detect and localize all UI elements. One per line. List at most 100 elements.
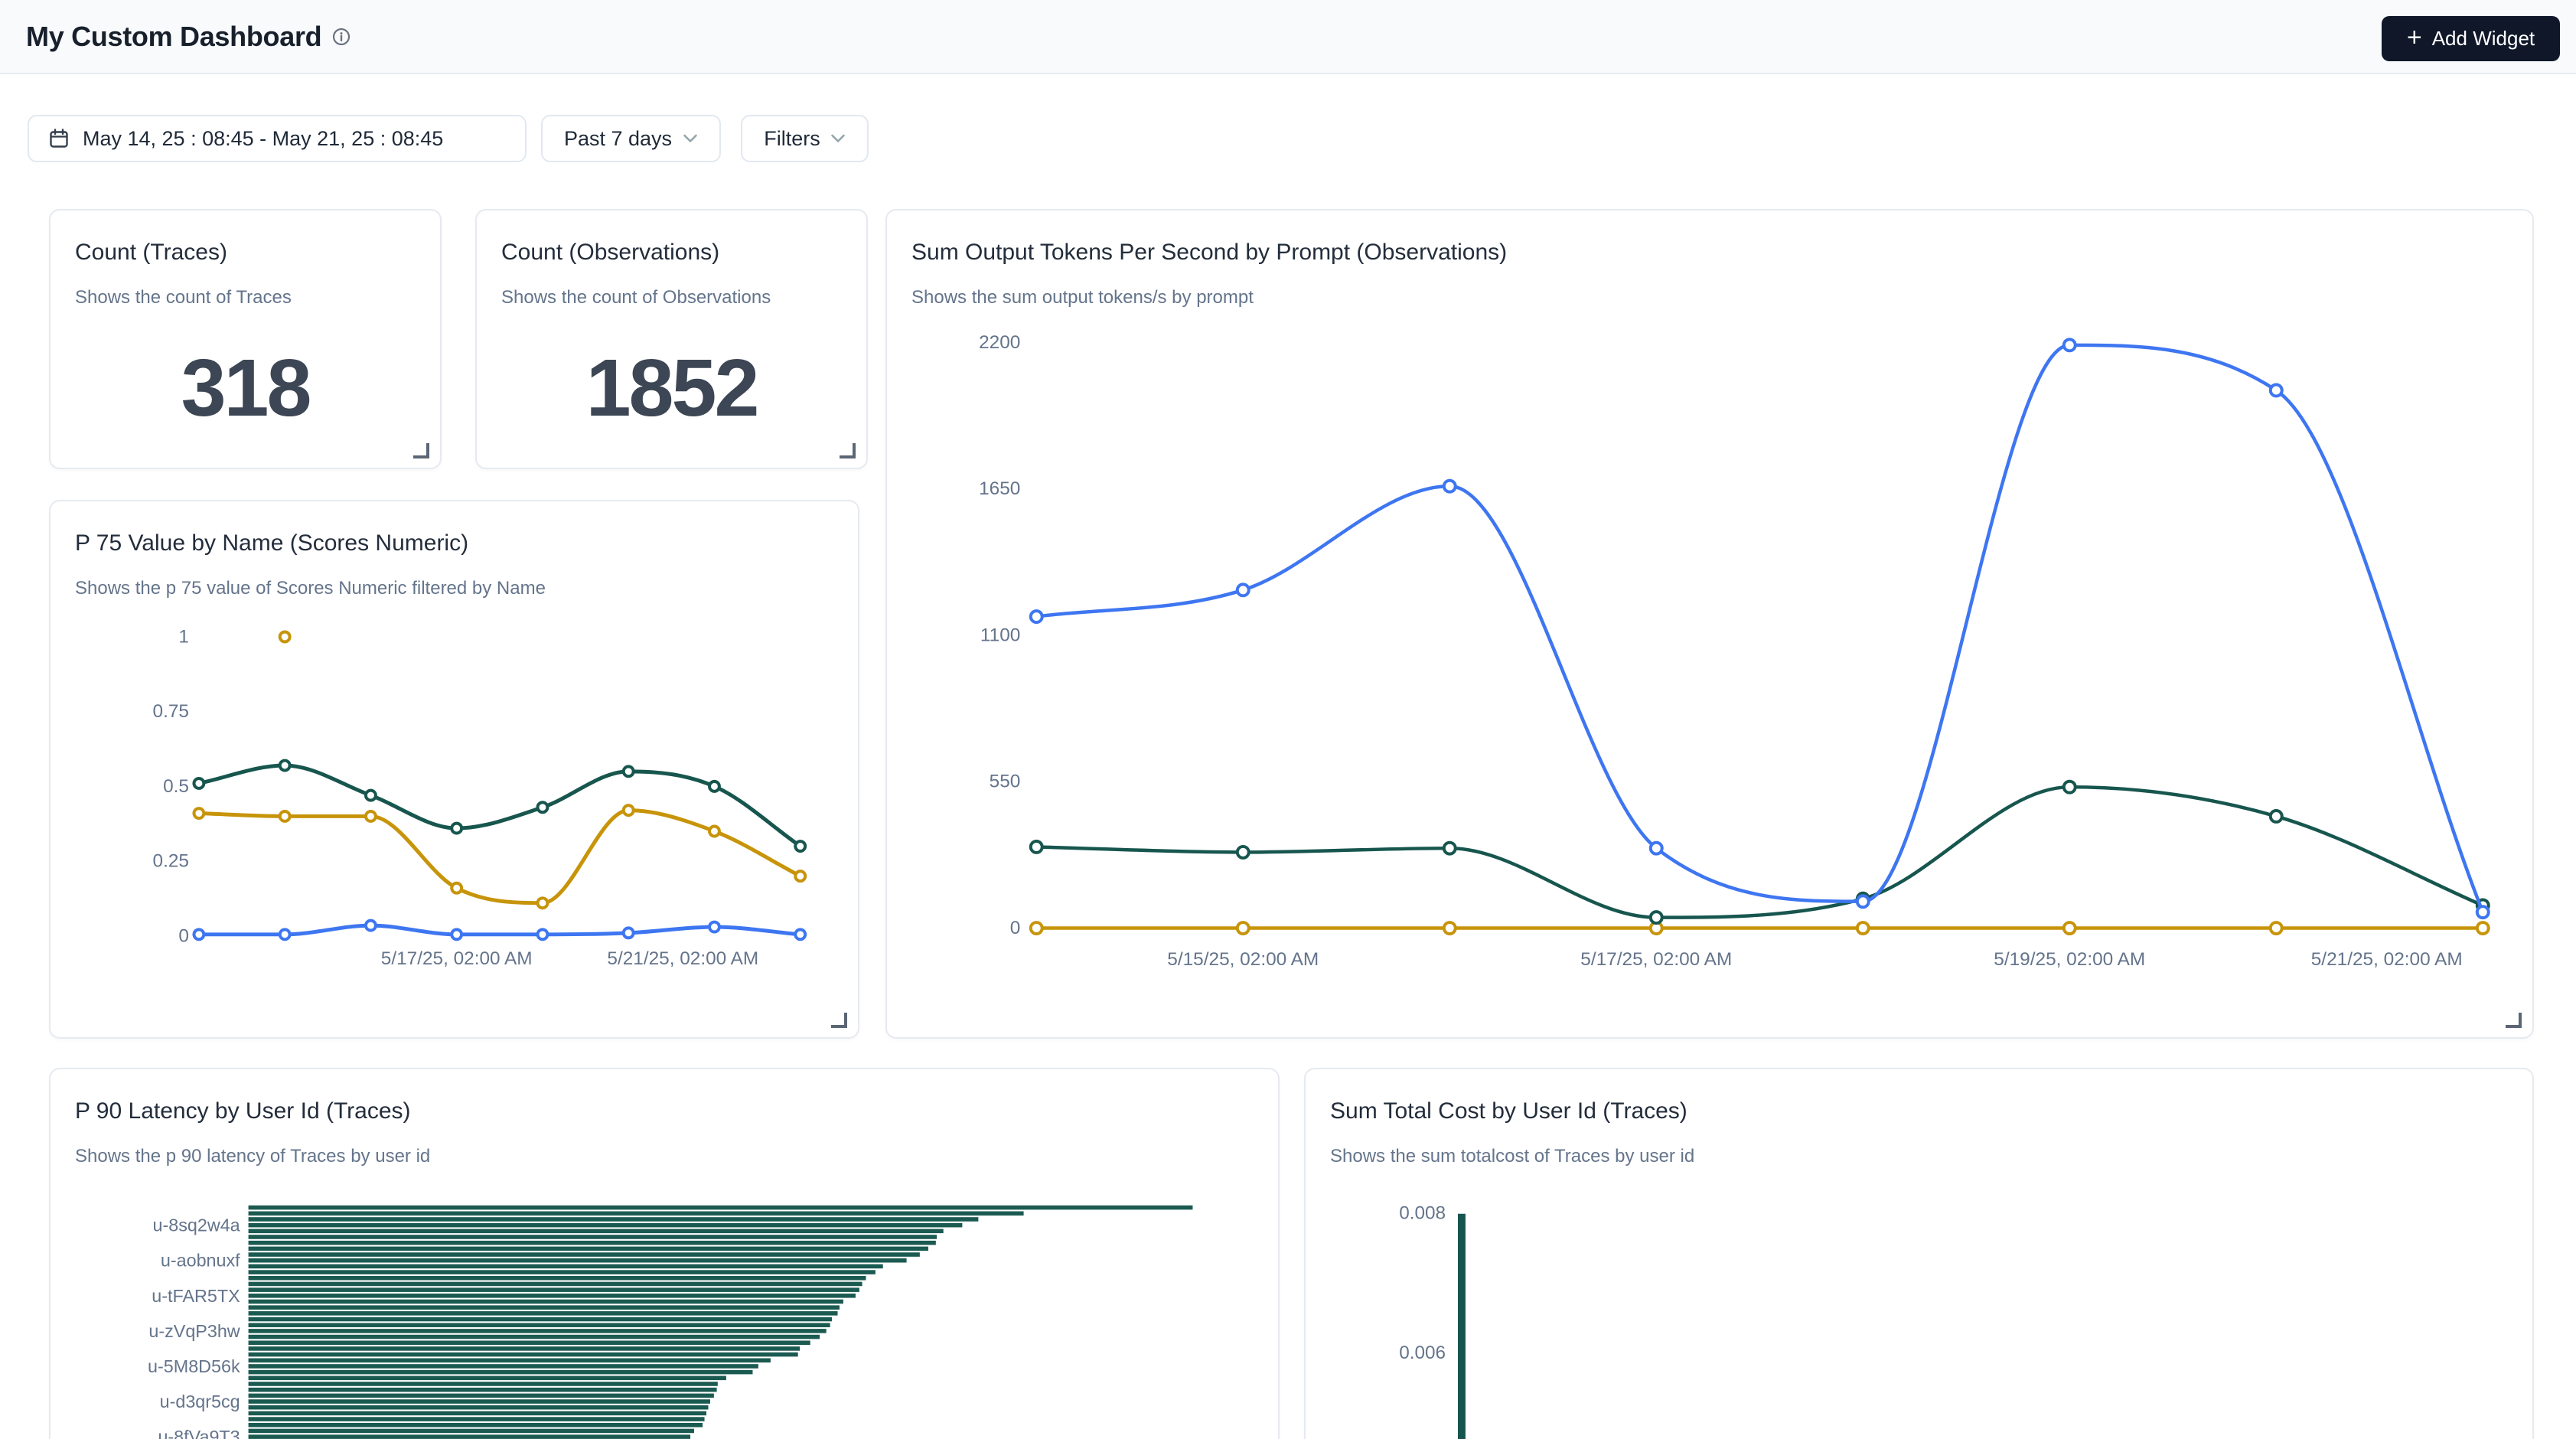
bar[interactable] xyxy=(249,1287,859,1292)
bar[interactable] xyxy=(249,1270,876,1274)
bar[interactable] xyxy=(249,1346,801,1351)
bar[interactable] xyxy=(249,1206,1193,1210)
data-point-marker[interactable] xyxy=(2477,922,2489,934)
bar[interactable] xyxy=(249,1417,705,1421)
data-point-marker[interactable] xyxy=(1857,896,1869,907)
bar[interactable] xyxy=(249,1276,866,1281)
bar-chart-p90[interactable]: u-8sq2w4au-aobnuxfu-tFAR5TXu-zVqP3hwu-5M… xyxy=(51,1069,1278,1439)
data-point-marker[interactable] xyxy=(1031,611,1042,622)
line-chart-p75[interactable]: 00.250.50.7515/17/25, 02:00 AM5/21/25, 0… xyxy=(51,501,858,1037)
data-point-marker[interactable] xyxy=(709,781,719,791)
bar[interactable] xyxy=(249,1229,944,1234)
bar[interactable] xyxy=(249,1405,709,1410)
data-point-marker[interactable] xyxy=(2271,811,2282,822)
data-point-marker[interactable] xyxy=(624,928,634,938)
bar[interactable] xyxy=(1458,1214,1466,1439)
data-point-marker[interactable] xyxy=(280,929,290,939)
data-point-marker[interactable] xyxy=(795,841,805,851)
bar[interactable] xyxy=(249,1311,838,1316)
data-point-marker[interactable] xyxy=(194,929,204,939)
data-point-marker[interactable] xyxy=(537,898,547,908)
bar[interactable] xyxy=(249,1335,820,1339)
data-point-marker[interactable] xyxy=(1444,481,1456,492)
bar[interactable] xyxy=(249,1429,694,1434)
bar[interactable] xyxy=(249,1376,726,1381)
bar[interactable] xyxy=(249,1282,862,1287)
data-point-marker[interactable] xyxy=(194,778,204,788)
data-point-marker[interactable] xyxy=(624,805,634,815)
line-chart-tokens[interactable]: 05501100165022005/15/25, 02:00 AM5/17/25… xyxy=(887,210,2532,1037)
data-point-marker[interactable] xyxy=(194,808,204,818)
resize-handle[interactable] xyxy=(2506,1013,2522,1028)
data-point-marker[interactable] xyxy=(1651,912,1662,923)
data-point-marker[interactable] xyxy=(2064,922,2075,934)
data-point-marker[interactable] xyxy=(280,632,290,642)
data-point-marker[interactable] xyxy=(2064,339,2075,351)
data-point-marker[interactable] xyxy=(795,871,805,881)
bar[interactable] xyxy=(249,1388,717,1392)
data-point-marker[interactable] xyxy=(709,827,719,837)
data-point-marker[interactable] xyxy=(795,929,805,939)
bar[interactable] xyxy=(249,1399,710,1404)
data-point-marker[interactable] xyxy=(452,883,461,893)
bar[interactable] xyxy=(249,1370,753,1375)
data-point-marker[interactable] xyxy=(709,922,719,932)
data-point-marker[interactable] xyxy=(1444,843,1456,854)
bar[interactable] xyxy=(249,1329,827,1333)
bar[interactable] xyxy=(249,1394,714,1398)
resize-handle[interactable] xyxy=(840,443,856,458)
time-range-preset-button[interactable]: Past 7 days xyxy=(541,115,721,162)
bar[interactable] xyxy=(249,1212,1024,1216)
bar[interactable] xyxy=(249,1223,963,1228)
bar[interactable] xyxy=(249,1364,758,1369)
bar[interactable] xyxy=(249,1305,840,1310)
bar[interactable] xyxy=(249,1434,690,1439)
resize-handle[interactable] xyxy=(413,443,429,458)
data-point-marker[interactable] xyxy=(366,791,376,801)
bar[interactable] xyxy=(249,1241,936,1245)
data-point-marker[interactable] xyxy=(537,802,547,812)
bar[interactable] xyxy=(249,1317,833,1322)
data-point-marker[interactable] xyxy=(624,766,634,776)
bar[interactable] xyxy=(249,1217,979,1222)
data-point-marker[interactable] xyxy=(280,811,290,821)
data-point-marker[interactable] xyxy=(1237,847,1249,858)
data-point-marker[interactable] xyxy=(366,921,376,931)
bar[interactable] xyxy=(249,1235,937,1239)
data-point-marker[interactable] xyxy=(1031,922,1042,934)
bar[interactable] xyxy=(249,1264,883,1269)
bar[interactable] xyxy=(249,1323,830,1327)
data-point-marker[interactable] xyxy=(2064,781,2075,793)
data-point-marker[interactable] xyxy=(2271,384,2282,396)
data-point-marker[interactable] xyxy=(1237,922,1249,934)
bar[interactable] xyxy=(249,1300,843,1304)
data-point-marker[interactable] xyxy=(1031,841,1042,853)
resize-handle[interactable] xyxy=(831,1013,847,1028)
bar[interactable] xyxy=(249,1382,718,1386)
bar[interactable] xyxy=(249,1340,810,1345)
data-point-marker[interactable] xyxy=(537,929,547,939)
data-point-marker[interactable] xyxy=(1237,584,1249,596)
bar[interactable] xyxy=(249,1411,706,1416)
bar[interactable] xyxy=(249,1252,920,1257)
bar[interactable] xyxy=(249,1294,856,1298)
filters-button[interactable]: Filters xyxy=(741,115,869,162)
data-point-marker[interactable] xyxy=(452,824,461,834)
data-point-marker[interactable] xyxy=(366,811,376,821)
data-point-marker[interactable] xyxy=(1857,922,1869,934)
data-point-marker[interactable] xyxy=(452,929,461,939)
bar[interactable] xyxy=(249,1353,798,1357)
bar[interactable] xyxy=(249,1358,771,1362)
bar[interactable] xyxy=(249,1258,907,1263)
info-icon[interactable] xyxy=(332,28,351,46)
add-widget-button[interactable]: + Add Widget xyxy=(2382,16,2560,61)
data-point-marker[interactable] xyxy=(2271,922,2282,934)
data-point-marker[interactable] xyxy=(280,761,290,771)
data-point-marker[interactable] xyxy=(2477,906,2489,918)
data-point-marker[interactable] xyxy=(1651,843,1662,854)
data-point-marker[interactable] xyxy=(1444,922,1456,934)
date-range-button[interactable]: May 14, 25 : 08:45 - May 21, 25 : 08:45 xyxy=(28,115,527,162)
bar[interactable] xyxy=(249,1247,928,1251)
bar-chart-cost[interactable]: 0.0080.006 xyxy=(1306,1069,2532,1439)
bar[interactable] xyxy=(249,1423,703,1428)
